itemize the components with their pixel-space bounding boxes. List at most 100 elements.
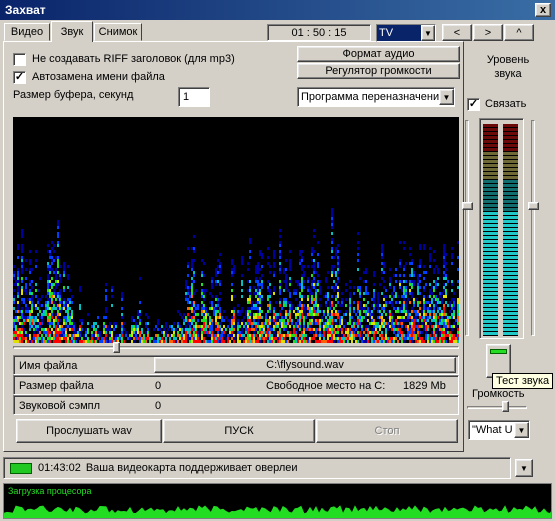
tab-snapshot-label: Снимок [98,26,138,38]
meter-segment [483,152,498,155]
meter-segment [503,248,518,251]
meter-segment [483,136,498,139]
meter-segment [503,264,518,267]
file-name-label: Имя файла [19,360,78,372]
meter-segment [483,140,498,143]
stop-label: Стоп [374,425,400,437]
stop-button[interactable]: Стоп [316,419,458,443]
auto-rename-checkbox[interactable]: ✓ [13,71,26,84]
file-name-field[interactable]: C:\flysound.wav [154,357,456,373]
tab-video[interactable]: Видео [4,23,50,41]
meter-segment [503,196,518,199]
meter-segment [503,132,518,135]
meter-segment [483,324,498,327]
reassign-program-select[interactable]: Программа переназначени ▼ [297,87,455,107]
master-volume-thumb[interactable] [502,401,509,412]
meter-segment [503,328,518,331]
meter-segment [503,292,518,295]
meter-segment [503,228,518,231]
timer-display: 01 : 50 : 15 [267,24,371,41]
up-button[interactable]: ^ [504,24,534,41]
tab-audio[interactable]: Звук [51,21,93,42]
buffer-size-input[interactable]: 1 [178,87,210,107]
listen-wav-button[interactable]: Прослушать wav [16,419,162,443]
meter-segment [483,212,498,215]
meter-segment [503,180,518,183]
meter-segment [483,224,498,227]
close-icon: x [539,4,547,16]
meter-segment [483,332,498,335]
meter-segment [503,188,518,191]
meter-segment [483,240,498,243]
next-button[interactable]: > [473,24,503,41]
tab-video-label: Видео [10,26,44,38]
volume-control-button[interactable]: Регулятор громкости [297,63,460,79]
meter-segment [483,236,498,239]
meter-segment [503,308,518,311]
status-message: Ваша видеокарта поддерживает оверлеи [85,462,298,474]
meter-segment [483,296,498,299]
file-name-value: C:\flysound.wav [266,359,344,371]
meter-segment [503,156,518,159]
master-volume-track [467,406,527,409]
meter-segment [483,196,498,199]
meter-segment [483,228,498,231]
no-riff-checkbox[interactable] [13,53,26,66]
chevron-down-icon: ▼ [520,463,528,473]
meter-segment [483,328,498,331]
sample-value: 0 [155,400,162,412]
meter-segment [483,204,498,207]
sample-label: Звуковой сэмпл [19,400,101,412]
level-meter-right [503,124,518,336]
meter-segment [503,300,518,303]
chevron-down-icon: ▼ [514,422,529,438]
link-checkbox[interactable]: ✓ [467,98,480,111]
meter-segment [503,244,518,247]
meter-segment [483,308,498,311]
meter-segment [503,152,518,155]
meter-segment [503,276,518,279]
tab-snapshot[interactable]: Снимок [94,23,142,41]
start-button[interactable]: ПУСК [163,419,315,443]
meter-segment [483,276,498,279]
meter-segment [483,280,498,283]
no-riff-label: Не создавать RIFF заголовок (для mp3) [32,53,235,65]
right-channel-slider-thumb[interactable] [528,202,539,210]
meter-segment [503,296,518,299]
source-select[interactable]: TV ▼ [376,24,436,42]
cpu-load-canvas [4,505,551,518]
meter-segment [483,300,498,303]
audio-format-button[interactable]: Формат аудио [297,46,460,62]
meter-segment [483,148,498,151]
volume-control-label: Регулятор громкости [325,65,432,77]
arrow-right-icon: > [484,26,492,39]
left-channel-slider-thumb[interactable] [462,202,473,210]
meter-segment [483,256,498,259]
meter-segment [503,252,518,255]
meter-segment [483,124,498,127]
meter-segment [503,212,518,215]
meter-segment [483,260,498,263]
meter-segment [483,288,498,291]
meter-segment [503,284,518,287]
free-space-label: Свободное место на C: [266,380,386,392]
close-button[interactable]: x [535,3,551,17]
spectrogram-slider-track [13,346,459,349]
meter-segment [503,200,518,203]
led-indicator-icon [490,349,507,354]
meter-segment [483,272,498,275]
sound-level-heading: Уровень звука [466,53,550,81]
buffer-size-label: Размер буфера, секунд [13,89,134,101]
meter-segment [483,264,498,267]
meter-segment [503,268,518,271]
prev-button[interactable]: < [442,24,472,41]
spectrogram-slider-thumb[interactable] [113,342,120,353]
arrow-up-icon: ^ [516,26,522,39]
meter-segment [483,168,498,171]
meter-segment [483,232,498,235]
input-source-select[interactable]: "What U ▼ [468,420,530,440]
title-bar: Захват [0,0,555,20]
status-dropdown-button[interactable]: ▼ [515,459,533,477]
listen-wav-label: Прослушать wav [46,425,132,437]
meter-segment [503,184,518,187]
